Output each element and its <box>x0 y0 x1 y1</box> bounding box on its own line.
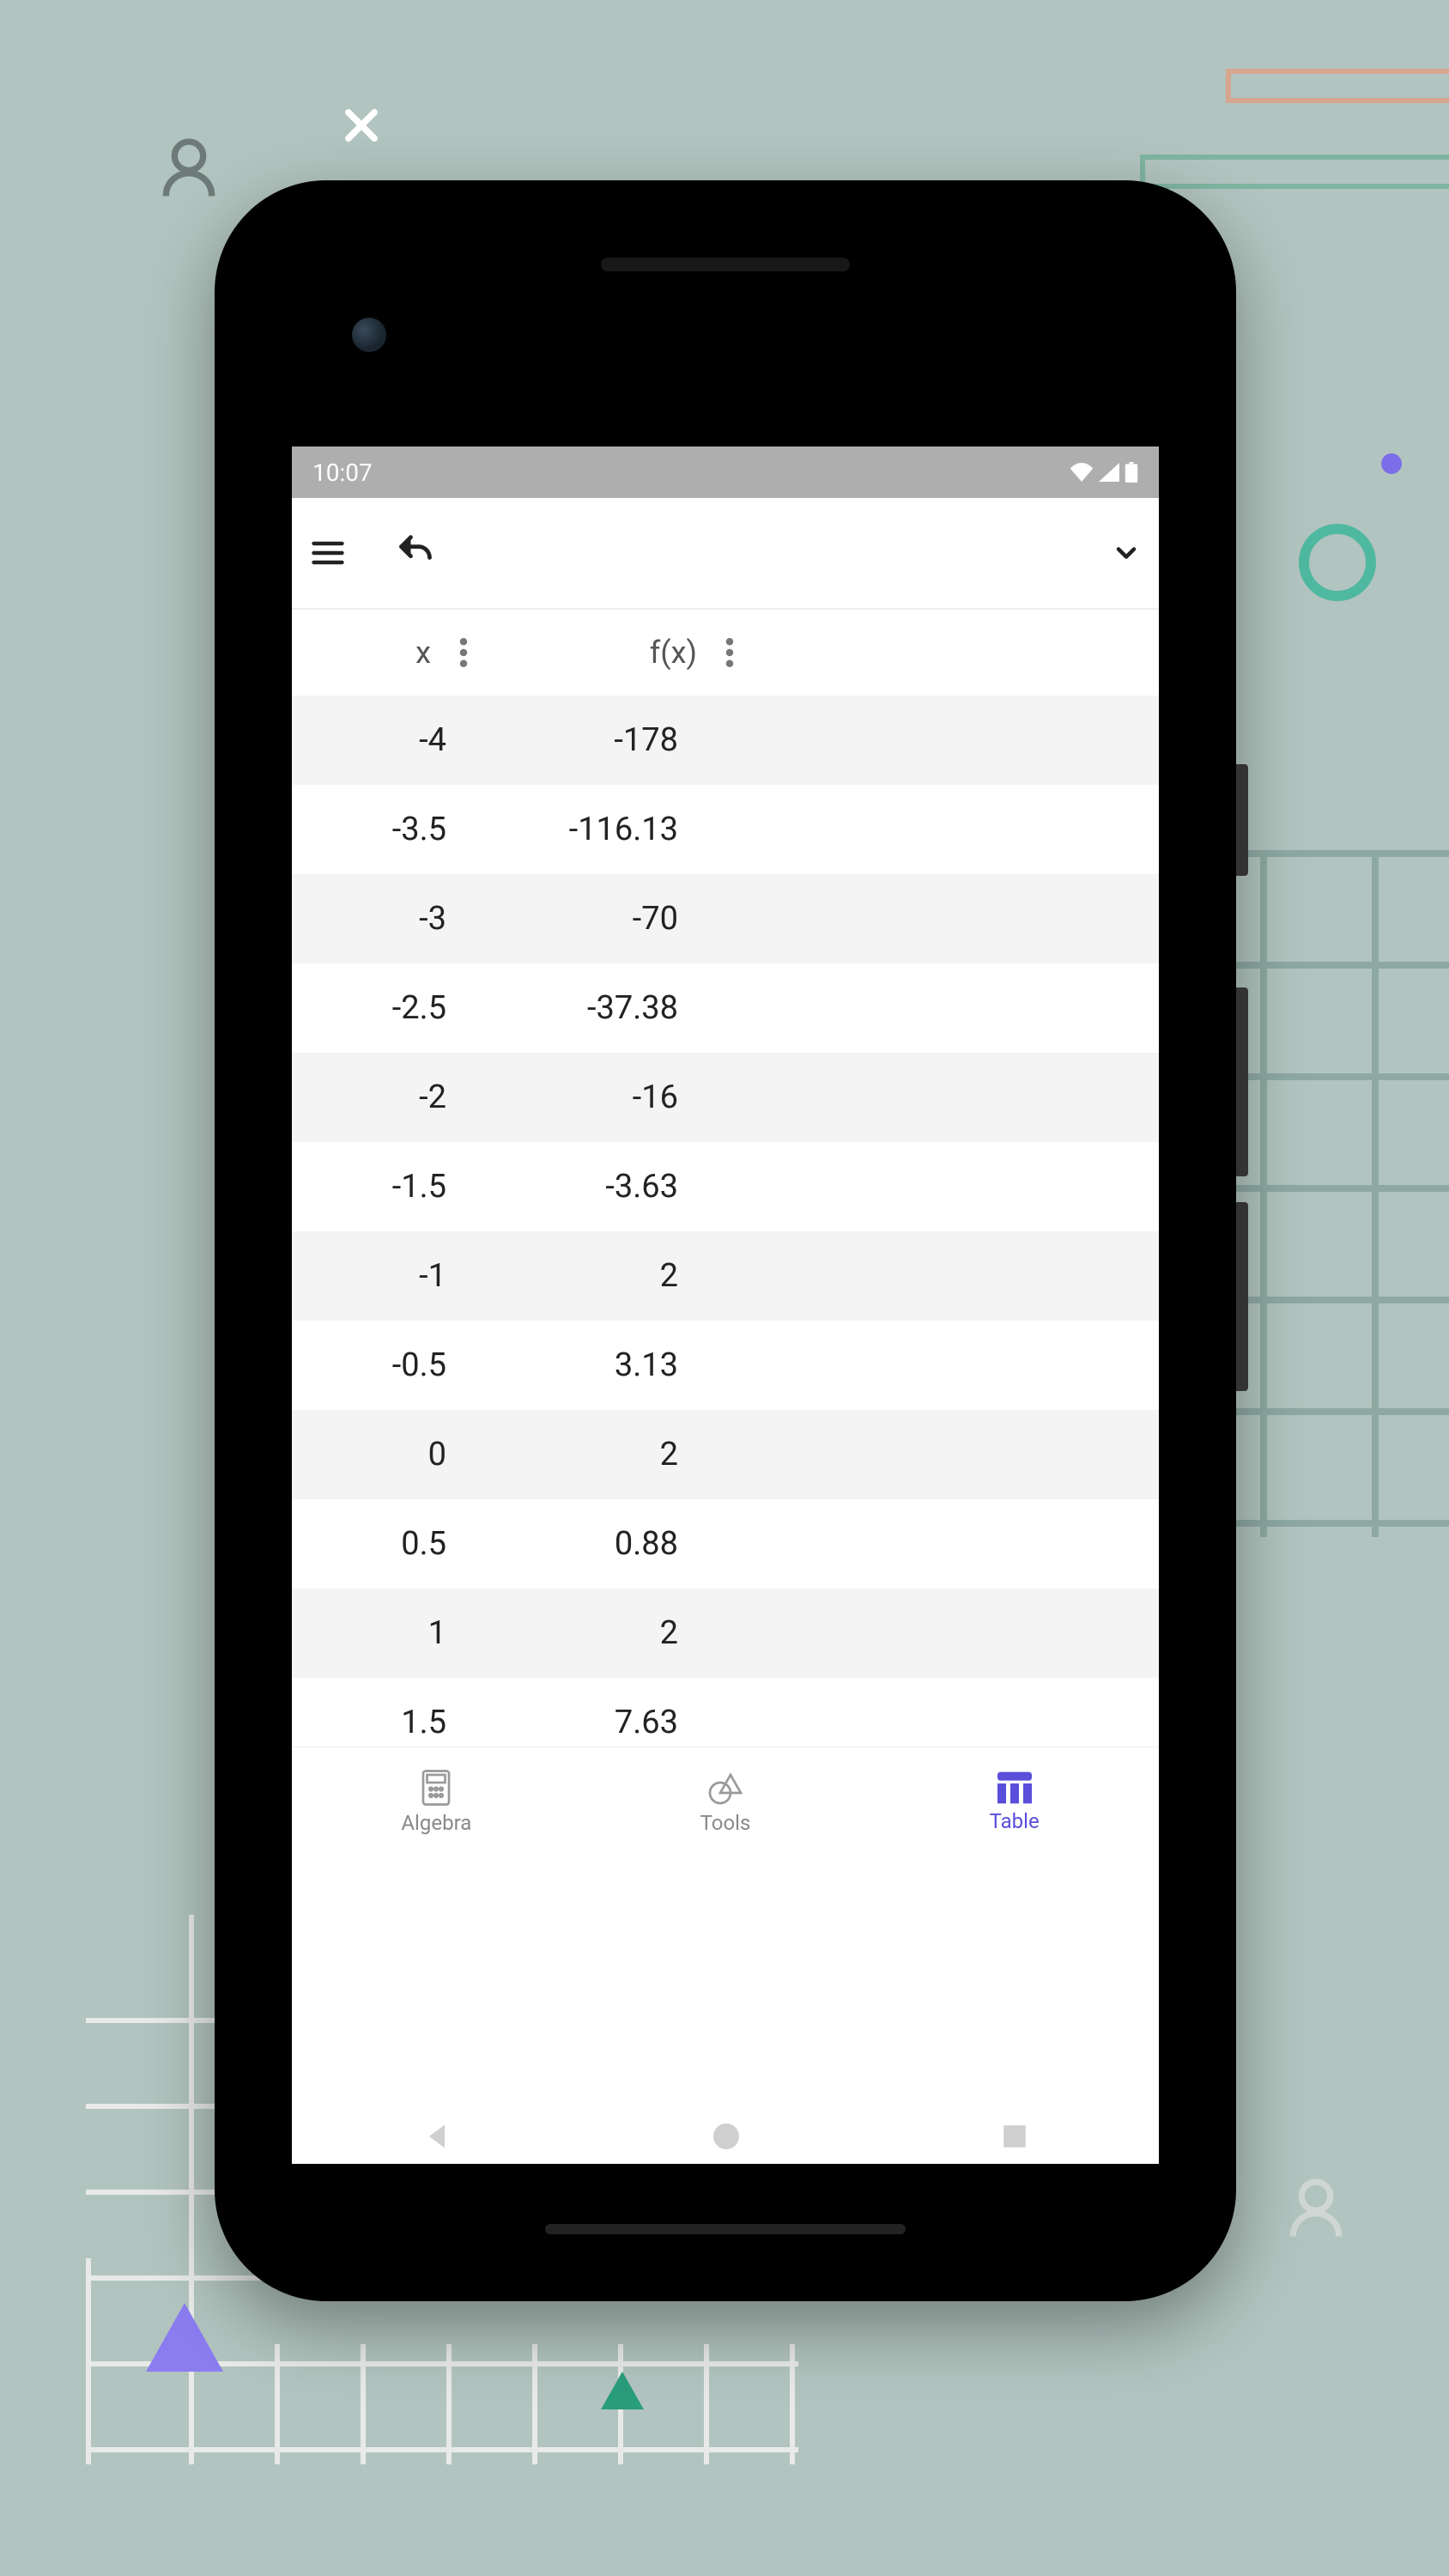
decor-triangle-purple <box>146 2303 223 2375</box>
tab-table[interactable]: Table <box>870 1747 1159 1856</box>
cell-x: 1.5 <box>292 1704 481 1741</box>
tab-label: Table <box>990 1809 1040 1833</box>
cell-fx: 0.88 <box>481 1525 712 1563</box>
decor-close-icon <box>339 103 384 151</box>
phone-camera <box>352 318 386 352</box>
column-header-x: x <box>292 635 446 671</box>
decor-stroke-teal <box>1140 155 1449 189</box>
table-icon <box>997 1771 1032 1804</box>
statusbar: 10:07 <box>292 447 1159 498</box>
decor-person-icon <box>155 129 223 210</box>
phone-side-button <box>1236 1202 1248 1391</box>
cell-fx: 2 <box>481 1257 712 1295</box>
cell-x: 0 <box>292 1436 481 1473</box>
phone-side-button <box>1236 764 1248 876</box>
column-menu-fx[interactable] <box>712 638 747 667</box>
calculator-icon <box>420 1770 452 1806</box>
phone-side-button <box>1236 987 1248 1176</box>
cell-x: -1 <box>292 1257 481 1295</box>
column-header-fx: f(x) <box>481 635 712 671</box>
table-row[interactable]: 02 <box>292 1410 1159 1499</box>
table-row[interactable]: -12 <box>292 1231 1159 1321</box>
collapse-button[interactable] <box>1111 538 1142 568</box>
android-nav <box>292 2095 1159 2181</box>
tab-label: Tools <box>700 1811 751 1835</box>
column-menu-x[interactable] <box>446 638 481 667</box>
decor-person-icon-bottom <box>1282 2169 1350 2250</box>
cell-x: -3.5 <box>292 811 481 848</box>
bottom-tabs: Algebra Tools Table <box>292 1747 1159 1856</box>
table-row[interactable]: -2.5-37.38 <box>292 963 1159 1053</box>
cell-x: -2.5 <box>292 989 481 1027</box>
decor-stroke-orange <box>1226 69 1449 103</box>
undo-button[interactable] <box>395 534 436 572</box>
menu-button[interactable] <box>309 534 347 572</box>
signal-icon <box>1099 463 1119 482</box>
decor-circle <box>1299 524 1376 601</box>
table-row[interactable]: -0.53.13 <box>292 1321 1159 1410</box>
undo-icon <box>395 534 436 572</box>
cell-x: -0.5 <box>292 1346 481 1384</box>
wifi-icon <box>1070 463 1094 482</box>
table-row[interactable]: -3.5-116.13 <box>292 785 1159 874</box>
cell-fx: -37.38 <box>481 989 712 1027</box>
table-row[interactable]: -2-16 <box>292 1053 1159 1142</box>
cell-fx: 2 <box>481 1614 712 1652</box>
tab-label: Algebra <box>401 1811 471 1835</box>
cell-x: 1 <box>292 1614 481 1652</box>
phone-home-indicator <box>545 2224 906 2234</box>
tab-algebra[interactable]: Algebra <box>292 1747 581 1856</box>
table-row[interactable]: 12 <box>292 1589 1159 1678</box>
cell-fx: 7.63 <box>481 1704 712 1741</box>
decor-triangle-teal <box>601 2372 644 2413</box>
cell-fx: -3.63 <box>481 1168 712 1206</box>
more-vert-icon <box>725 638 734 667</box>
content-area: x f(x) -4-178-3.5-116.13-3-70-2.5-37.38-… <box>292 610 1159 1856</box>
cell-fx: 2 <box>481 1436 712 1473</box>
statusbar-icons <box>1070 462 1138 483</box>
cell-fx: -116.13 <box>481 811 712 848</box>
cell-x: -1.5 <box>292 1168 481 1206</box>
phone-speaker <box>601 258 850 271</box>
statusbar-time: 10:07 <box>312 459 373 487</box>
function-table: x f(x) -4-178-3.5-116.13-3-70-2.5-37.38-… <box>292 610 1159 1856</box>
table-row[interactable]: -4-178 <box>292 696 1159 785</box>
cell-x: -3 <box>292 900 481 938</box>
table-row[interactable]: 0.50.88 <box>292 1499 1159 1589</box>
cell-fx: -178 <box>481 721 712 759</box>
appbar <box>292 498 1159 610</box>
table-row[interactable]: -1.5-3.63 <box>292 1142 1159 1231</box>
app-screen: 10:07 <box>292 447 1159 2164</box>
nav-home[interactable] <box>711 2121 742 2155</box>
cell-fx: -16 <box>481 1078 712 1116</box>
table-header: x f(x) <box>292 610 1159 696</box>
nav-recent[interactable] <box>1000 2122 1029 2154</box>
tab-tools[interactable]: Tools <box>581 1747 870 1856</box>
phone-frame: 10:07 <box>215 180 1236 2301</box>
nav-back[interactable] <box>421 2121 452 2155</box>
chevron-down-icon <box>1111 538 1142 568</box>
table-row[interactable]: -3-70 <box>292 874 1159 963</box>
hamburger-icon <box>309 534 347 572</box>
cell-x: -4 <box>292 721 481 759</box>
cell-fx: 3.13 <box>481 1346 712 1384</box>
tools-icon <box>707 1770 743 1806</box>
more-vert-icon <box>459 638 468 667</box>
cell-x: -2 <box>292 1078 481 1116</box>
battery-icon <box>1125 462 1138 483</box>
cell-fx: -70 <box>481 900 712 938</box>
cell-x: 0.5 <box>292 1525 481 1563</box>
decor-dot-purple <box>1381 453 1402 474</box>
